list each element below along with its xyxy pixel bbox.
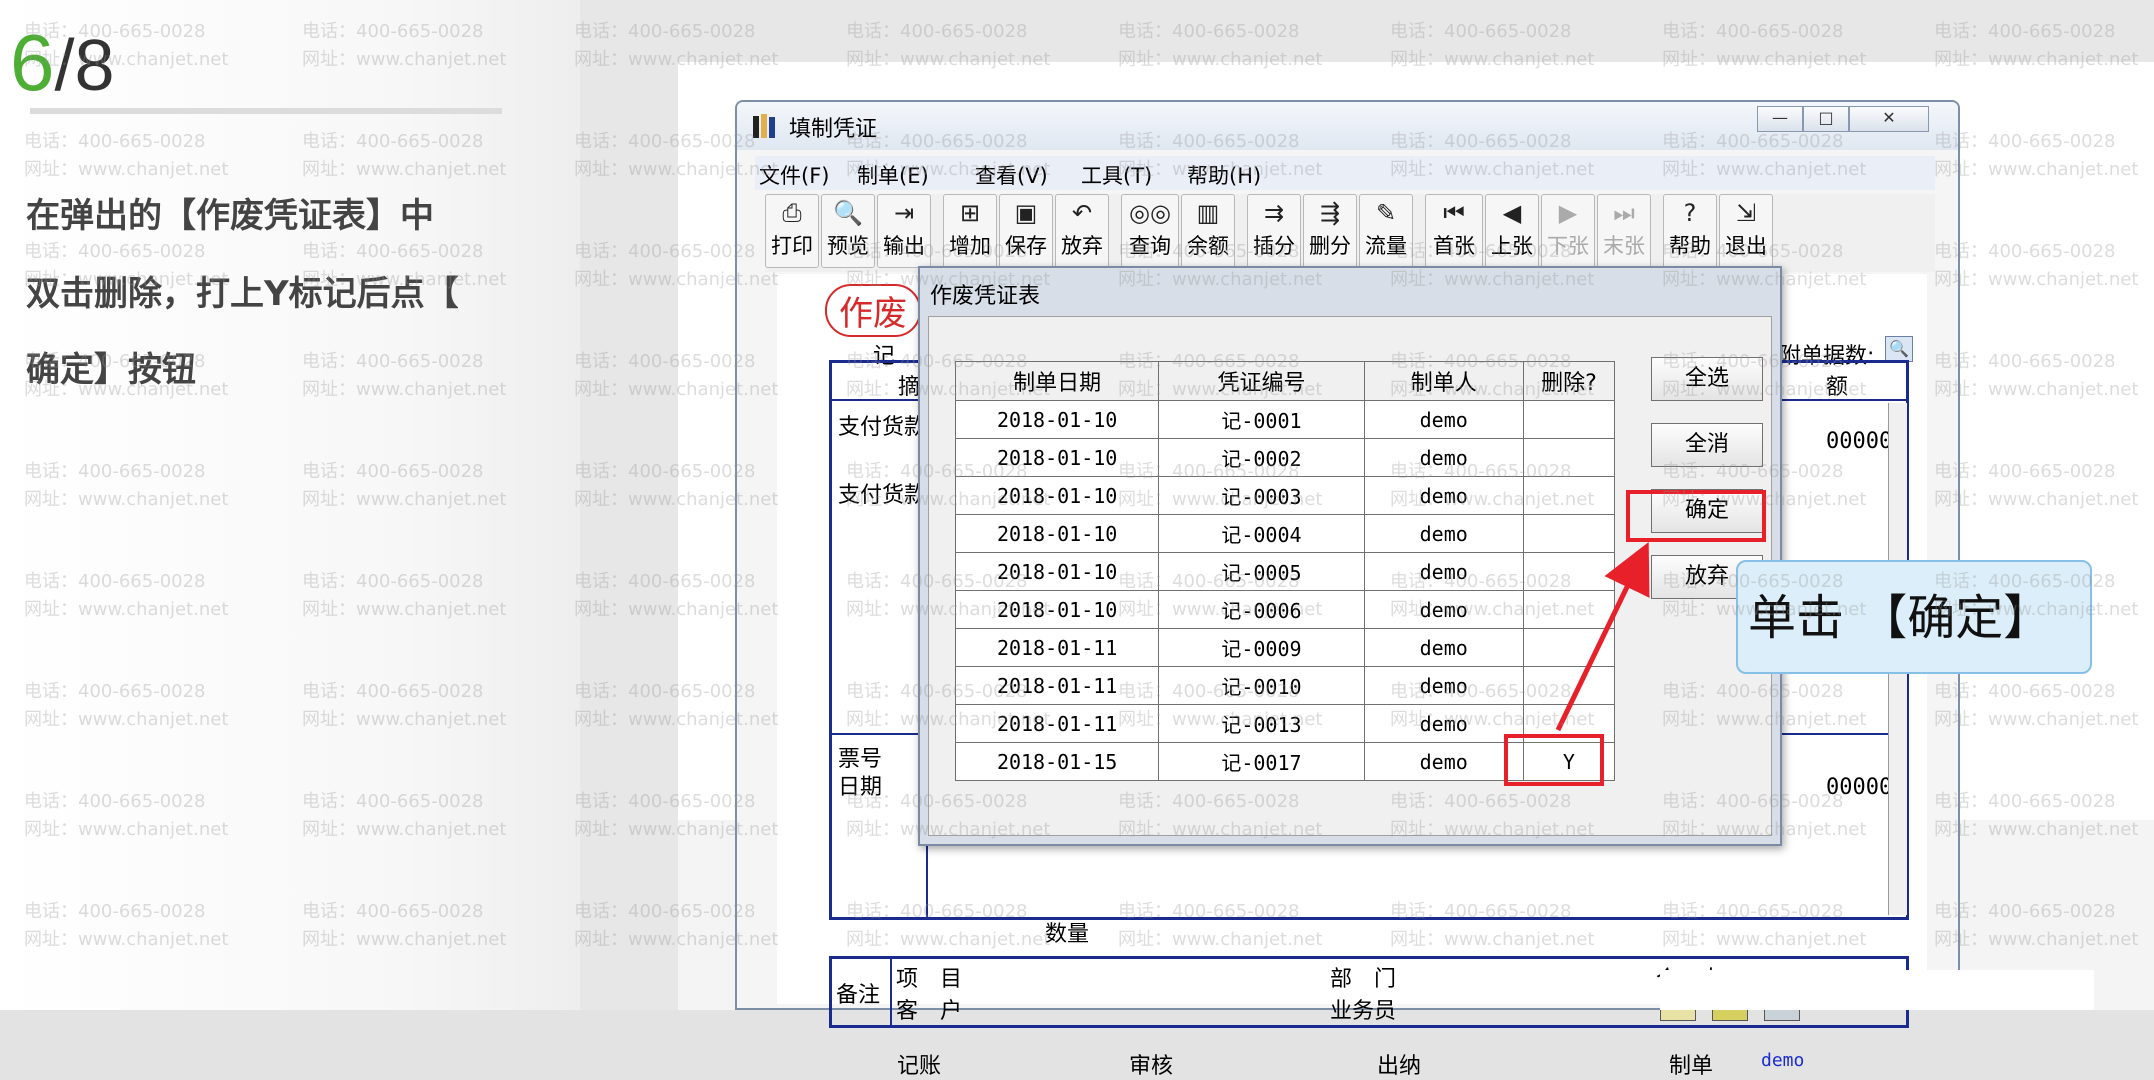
callout-text: 单击 【确定】 <box>1748 590 2052 646</box>
bookkeeping-label: 记账 <box>897 1054 942 1079</box>
cashier-label: 出纳 <box>1377 1054 1422 1079</box>
maker-label: 制单 <box>1669 1054 1714 1079</box>
pointer-arrow <box>1555 541 1650 732</box>
review-label: 审核 <box>1129 1054 1174 1079</box>
callout-bubble: 单击 【确定】 <box>1736 560 2092 674</box>
maker-value: demo <box>1761 1050 1805 1071</box>
